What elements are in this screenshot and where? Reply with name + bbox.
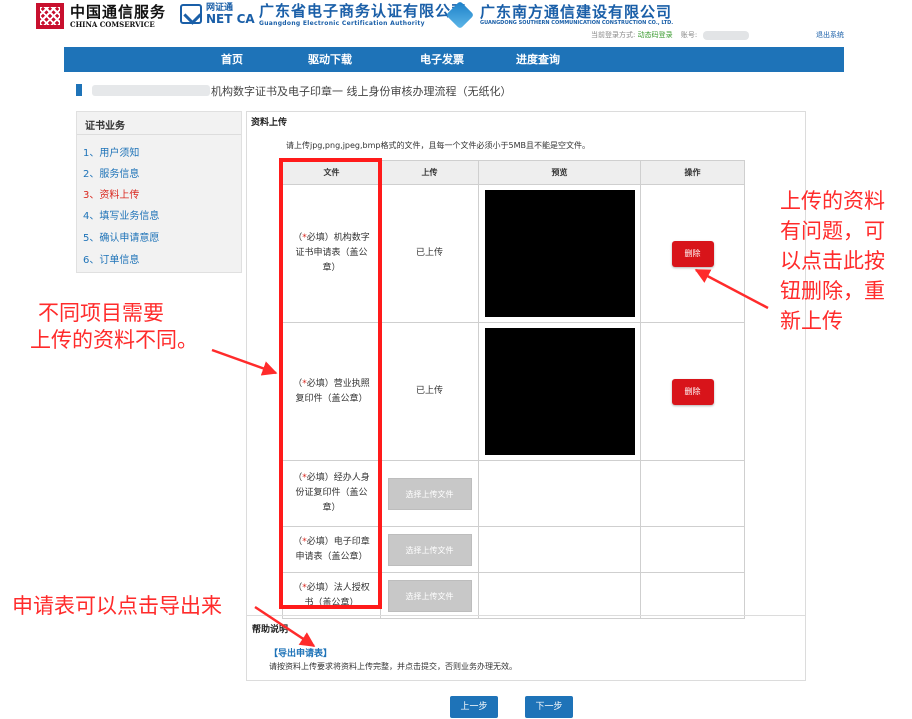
annotation-right-line1: 上传的资料 xyxy=(780,189,885,213)
sidebar: 证书业务 1、用户须知 2、服务信息 3、资料上传 4、填写业务信息 5、确认申… xyxy=(76,111,242,273)
upload-instructions: 请上传jpg,png,jpeg,bmp格式的文件，且每一个文件必须小于5MB且不… xyxy=(286,141,590,150)
prev-step-button[interactable]: 上一步 xyxy=(450,696,498,718)
section-title: 资料上传 xyxy=(251,118,288,128)
annotation-right-line3: 以点击此按 xyxy=(780,249,885,273)
help-title: 帮助说明 xyxy=(252,625,289,635)
export-application-link[interactable]: 【导出申请表】 xyxy=(269,646,332,659)
action-cell xyxy=(640,460,745,527)
action-cell xyxy=(640,572,745,619)
preview-image[interactable] xyxy=(485,328,635,455)
account-value-redacted xyxy=(703,30,750,40)
netca-logo: 网证通 NET CA xyxy=(180,3,255,25)
upload-cell: 选择上传文件 xyxy=(380,526,479,573)
title-accent-bar xyxy=(76,84,82,96)
annotation-bottom-note: 申请表可以点击导出来 xyxy=(12,594,222,618)
login-method-value: 动态码登录 xyxy=(637,31,673,39)
column-header-action: 操作 xyxy=(640,160,745,185)
delete-button[interactable]: 删除 xyxy=(671,378,714,405)
logout-link[interactable]: 退出系统 xyxy=(816,30,844,40)
nav-item-home[interactable]: 首页 xyxy=(221,47,243,72)
title-redacted-part xyxy=(92,85,210,96)
netca-check-icon xyxy=(180,4,202,24)
help-divider xyxy=(247,615,805,616)
china-comservice-logo: 中国通信服务 CHINA COMSERVICE xyxy=(36,3,166,29)
login-method-label: 当前登录方式: xyxy=(591,31,636,39)
annotation-left-line2: 上传的资料不同。 xyxy=(30,328,198,352)
sidebar-item-business-info[interactable]: 4、填写业务信息 xyxy=(83,207,159,222)
next-step-button[interactable]: 下一步 xyxy=(525,696,573,718)
logo1-subtitle: CHINA COMSERVICE xyxy=(70,19,155,29)
upload-status: 已上传 xyxy=(380,184,479,323)
action-cell xyxy=(640,526,745,573)
annotation-left-line1: 不同项目需要 xyxy=(38,301,164,325)
column-header-upload: 上传 xyxy=(380,160,479,185)
help-text: 请按资料上传要求将资料上传完整，并点击提交，否则业务办理无效。 xyxy=(269,662,517,671)
nav-item-progress-query[interactable]: 进度查询 xyxy=(516,47,560,72)
account-label: 账号: xyxy=(680,31,698,39)
southern-comm-logo: 广东南方通信建设有限公司 GUANGDONG SOUTHERN COMMUNIC… xyxy=(445,0,674,30)
logo2-line2: NET CA xyxy=(206,12,255,26)
annotation-right-line5: 新上传 xyxy=(780,309,843,333)
preview-cell xyxy=(478,460,641,527)
annotation-right-line2: 有问题，可 xyxy=(780,219,885,243)
sidebar-item-order-info[interactable]: 6、订单信息 xyxy=(83,251,139,266)
choose-file-button[interactable]: 选择上传文件 xyxy=(387,533,472,566)
preview-cell xyxy=(478,322,641,461)
upload-cell: 选择上传文件 xyxy=(380,460,479,527)
choose-file-button[interactable]: 选择上传文件 xyxy=(387,477,472,510)
nav-item-e-invoice[interactable]: 电子发票 xyxy=(420,47,464,72)
sidebar-item-user-notice[interactable]: 1、用户须知 xyxy=(83,144,139,159)
preview-image[interactable] xyxy=(485,190,635,317)
sidebar-item-upload[interactable]: 3、资料上传 xyxy=(83,186,139,201)
nav-item-driver-download[interactable]: 驱动下载 xyxy=(308,47,352,72)
southern-comm-emblem-icon xyxy=(445,0,475,30)
sidebar-divider xyxy=(77,134,241,135)
logo3-subtitle: Guangdong Electronic Certification Autho… xyxy=(259,20,425,27)
action-cell: 删除 xyxy=(640,184,745,323)
logo4-subtitle: GUANGDONG SOUTHERN COMMUNICATION CONSTRU… xyxy=(480,20,674,26)
preview-cell xyxy=(478,184,641,323)
logo3-title: 广东省电子商务认证有限公司 xyxy=(259,2,468,20)
sidebar-item-confirm-intent[interactable]: 5、确认申请意愿 xyxy=(83,229,159,244)
main-nav: 首页 驱动下载 电子发票 进度查询 xyxy=(64,47,844,72)
action-cell: 删除 xyxy=(640,322,745,461)
sidebar-title: 证书业务 xyxy=(85,121,125,132)
upload-cell: 选择上传文件 xyxy=(380,572,479,619)
preview-cell xyxy=(478,526,641,573)
logo1-title: 中国通信服务 xyxy=(70,2,167,21)
preview-cell xyxy=(478,572,641,619)
choose-file-button[interactable]: 选择上传文件 xyxy=(387,579,472,612)
annotation-highlight-box xyxy=(279,158,382,609)
site-header: 中国通信服务 CHINA COMSERVICE 网证通 NET CA 广东省电子… xyxy=(0,0,912,44)
column-header-preview: 预览 xyxy=(478,160,641,185)
annotation-right-line4: 钮删除，重 xyxy=(780,279,885,303)
comservice-emblem-icon xyxy=(36,3,64,29)
delete-button[interactable]: 删除 xyxy=(671,240,714,267)
upload-status: 已上传 xyxy=(380,322,479,461)
page-title: 机构数字证书及电子印章一 线上身份审核办理流程（无纸化） xyxy=(211,85,512,98)
gdca-logo: 广东省电子商务认证有限公司 Guangdong Electronic Certi… xyxy=(259,2,467,27)
sidebar-item-service-info[interactable]: 2、服务信息 xyxy=(83,165,139,180)
logo4-title: 广东南方通信建设有限公司 xyxy=(480,3,673,21)
login-info: 当前登录方式: 动态码登录 账号: xyxy=(591,30,779,40)
